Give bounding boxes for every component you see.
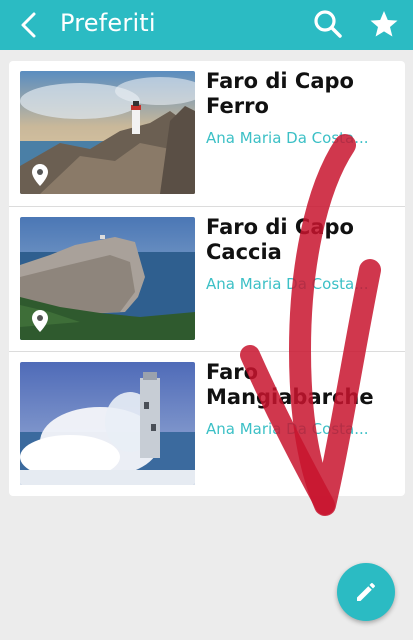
star-icon[interactable] (368, 8, 400, 40)
item-author[interactable]: Ana Maria Da Costa... (206, 128, 386, 148)
map-pin-icon (32, 310, 48, 332)
item-author[interactable]: Ana Maria Da Costa... (206, 274, 386, 294)
item-author[interactable]: Ana Maria Da Costa... (206, 419, 386, 439)
app-bar: Preferiti (0, 0, 413, 50)
list-item[interactable]: Faro di Capo Ferro Ana Maria Da Costa... (9, 61, 405, 206)
lighthouse-thumbnail (20, 217, 195, 340)
lighthouse-thumbnail (20, 71, 195, 194)
list-item[interactable]: Faro di Capo Caccia Ana Maria Da Costa..… (9, 206, 405, 352)
list-item[interactable]: Faro Mangiabarche Ana Maria Da Costa... (9, 351, 405, 497)
search-icon[interactable] (312, 8, 344, 40)
back-chevron-icon[interactable] (14, 9, 46, 41)
item-title: Faro Mangiabarche (206, 360, 374, 409)
favorites-list: Faro di Capo Ferro Ana Maria Da Costa... (9, 61, 405, 496)
map-pin-icon (32, 164, 48, 186)
pencil-icon (357, 583, 375, 601)
page-title: Preferiti (60, 9, 156, 37)
item-title: Faro di Capo Ferro (206, 69, 354, 118)
edit-fab-button[interactable] (337, 563, 395, 621)
lighthouse-thumbnail (20, 362, 195, 485)
item-title: Faro di Capo Caccia (206, 215, 354, 264)
